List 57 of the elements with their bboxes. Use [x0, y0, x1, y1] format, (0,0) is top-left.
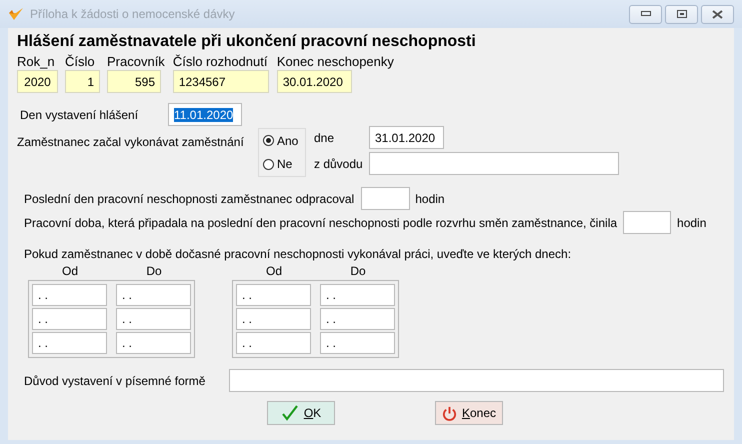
input-field[interactable]: 30.01.2020 [276, 70, 352, 93]
input-field[interactable] [229, 369, 724, 392]
close-button[interactable] [701, 4, 734, 24]
input-field[interactable]: 1234567 [172, 70, 269, 93]
field-label: Poslední den pracovní neschopnosti zaměstnanec odpracoval [24, 192, 354, 206]
date-field[interactable]: . . [32, 332, 107, 354]
date-field[interactable]: . . [320, 308, 395, 330]
date-field[interactable]: . . [32, 284, 107, 306]
minimize-button[interactable] [629, 4, 662, 24]
section-label: Pokud zaměstnanec v době dočasné pracovní neschopnosti vykonával práci, uveďte ve kterých dnech: [24, 247, 572, 261]
field-label: Pracovní doba, která připadala na poslední den pracovní neschopnosti podle rozvrhu směn zaměstnance, činila [24, 216, 618, 230]
field-label: Zaměstnanec začal vykonávat zaměstnání [17, 135, 245, 149]
date-field[interactable]: . . [116, 332, 191, 354]
field-label: Číslo [65, 54, 96, 69]
date-field[interactable]: . . [236, 284, 311, 306]
input-field[interactable] [361, 187, 410, 210]
input-field[interactable] [623, 211, 672, 234]
date-field[interactable]: . . [236, 308, 311, 330]
field-label: dne [314, 130, 336, 144]
close-icon [712, 10, 723, 18]
field-label: Rok_n [17, 54, 56, 69]
date-field[interactable]: . . [32, 308, 107, 330]
date-field[interactable]: . . [320, 332, 395, 354]
column-header: Do [145, 264, 163, 278]
window-title: Příloha k žádosti o nemocenské dávky [30, 7, 236, 21]
field-label: Důvod vystavení v písemné formě [24, 374, 206, 388]
radio-button[interactable]: Ano [263, 134, 305, 148]
maximize-button[interactable] [665, 4, 698, 24]
field-label: z důvodu [314, 156, 364, 170]
input-field[interactable]: 1 [65, 70, 100, 93]
input-field[interactable]: 595 [107, 70, 161, 93]
field-label: Den vystavení hlášení [20, 108, 140, 122]
column-header: Od [60, 264, 79, 278]
checkmark-icon [280, 405, 299, 421]
date-field[interactable]: . . [236, 332, 311, 354]
date-field[interactable]: . . [116, 308, 191, 330]
unit-label: hodin [677, 216, 706, 230]
input-field[interactable]: 2020 [17, 70, 58, 93]
field-label: Pracovník [107, 54, 165, 69]
app-logo-icon [8, 7, 24, 21]
ok-button[interactable]: OK [267, 401, 335, 425]
column-header: Od [264, 264, 283, 278]
date-field[interactable]: . . [320, 284, 395, 306]
input-field[interactable]: 11.01.2020 [168, 103, 242, 126]
field-label: Konec neschopenky [276, 54, 394, 69]
field-label: Číslo rozhodnutí [172, 54, 268, 69]
maximize-icon [676, 10, 686, 18]
unit-label: hodin [415, 192, 445, 206]
radio-button[interactable]: Ne [263, 157, 305, 172]
date-field[interactable]: . . [116, 284, 191, 306]
minimize-icon [640, 11, 650, 17]
input-field[interactable]: 31.01.2020 [369, 126, 444, 149]
exit-button[interactable]: Konec [435, 401, 503, 425]
form-heading: Hlášení zaměstnavatele při ukončení pracovní neschopnosti [17, 33, 477, 51]
column-header: Do [349, 264, 367, 278]
input-field[interactable] [369, 152, 619, 175]
power-icon [442, 406, 457, 420]
